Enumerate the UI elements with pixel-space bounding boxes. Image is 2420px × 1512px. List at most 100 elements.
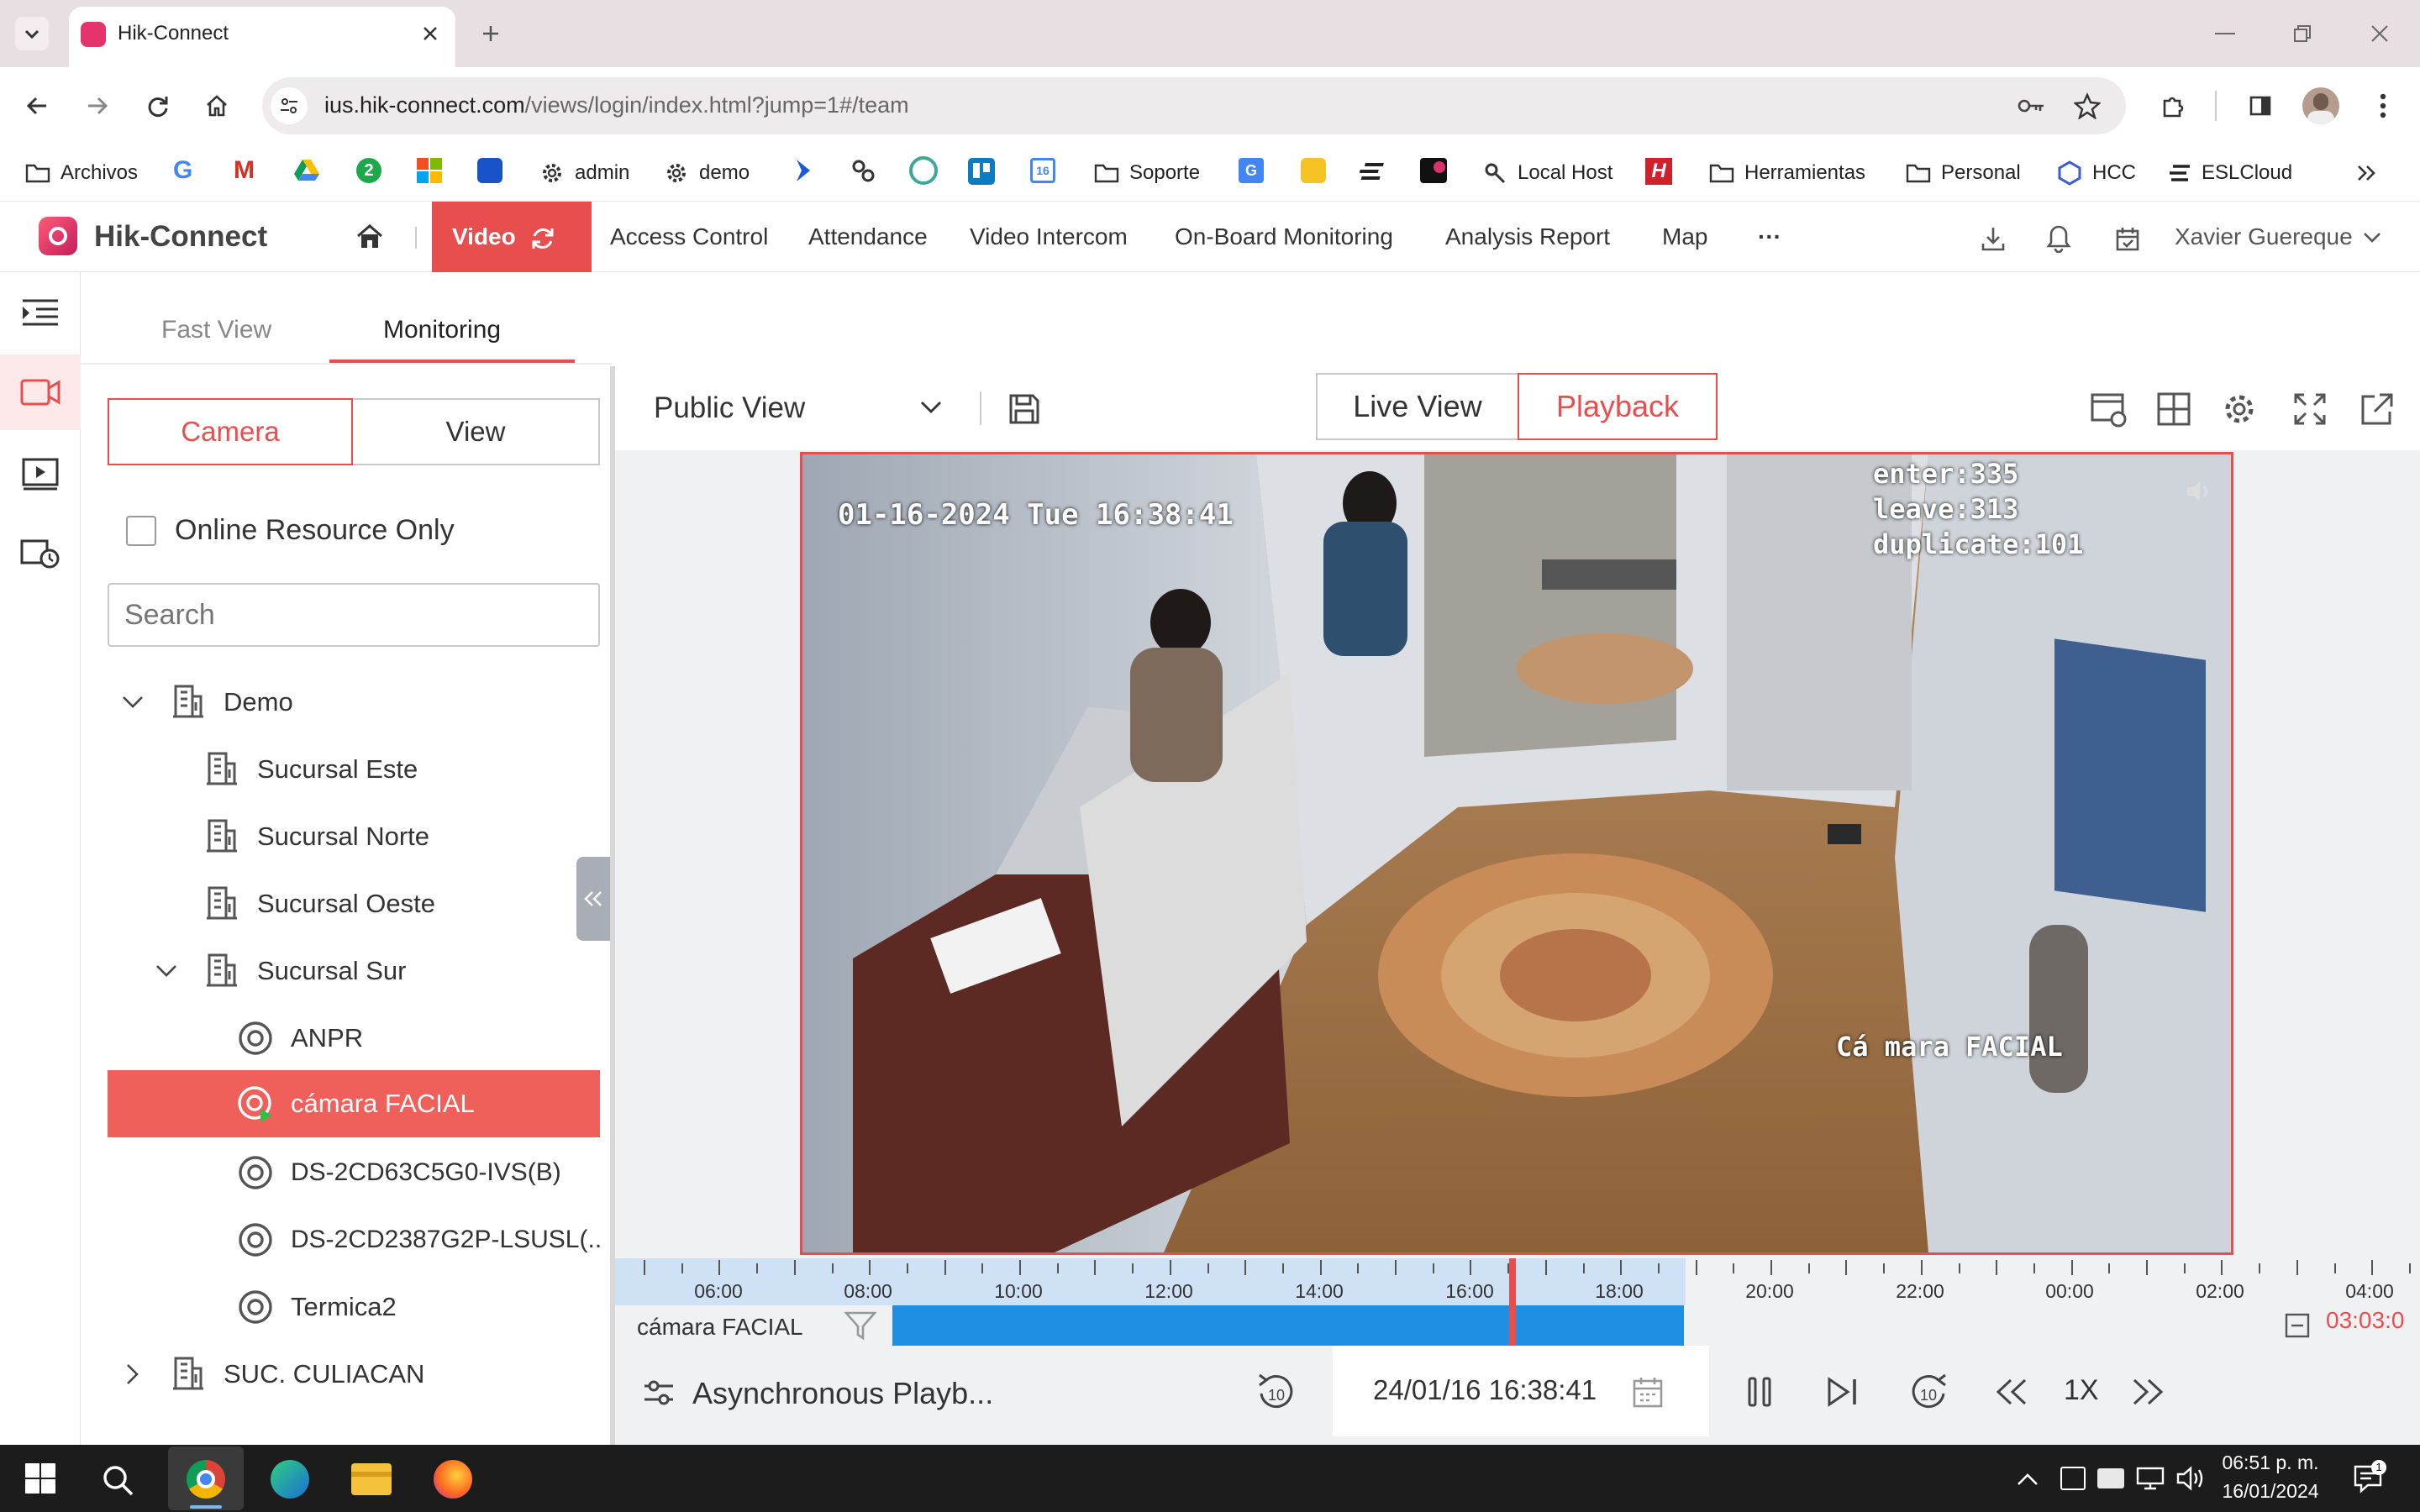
dropdown-chevron-icon[interactable] [914,395,948,420]
tray-drive-icon[interactable] [2097,1468,2124,1488]
new-tab-plus-icon[interactable] [474,17,508,50]
window-mode-icon[interactable] [2087,388,2129,430]
reload-icon[interactable] [139,87,176,124]
system-clock[interactable]: 06:51 p. m. 16/01/2024 [2218,1448,2323,1505]
switch-refresh-icon[interactable] [528,223,558,254]
url-text[interactable]: ius.hik-connect.com/views/login/index.ht… [324,92,909,118]
playback-icon[interactable] [17,454,64,494]
microsoft-icon[interactable] [417,158,442,183]
file-explorer-icon[interactable] [351,1463,392,1495]
profile-avatar[interactable] [2302,87,2339,124]
video-app-icon[interactable] [1420,158,1447,183]
nav-on-board-monitoring[interactable]: On-Board Monitoring [1175,202,1393,272]
bookmark-herramientas[interactable]: Herramientas [1707,144,1865,202]
edge-icon[interactable] [271,1460,309,1499]
expand-chevron-down-icon[interactable] [151,956,182,986]
extensions-puzzle-icon[interactable] [2154,87,2191,124]
nav-map[interactable]: Map [1662,202,1707,272]
minimize-icon[interactable] [2205,18,2245,49]
google-icon[interactable]: G [173,156,192,185]
keep-notes-icon[interactable] [1301,158,1326,183]
calendar-16-icon[interactable]: 16 [1030,158,1055,183]
open-external-icon[interactable] [2356,388,2398,430]
tree-node-sucursal-sur[interactable]: Sucursal Sur [257,937,406,1005]
gmail-icon[interactable]: M [234,156,255,185]
user-menu-chevron-icon[interactable] [2360,227,2385,249]
pause-icon[interactable] [1739,1369,1780,1415]
collapse-panel-handle[interactable] [576,857,610,941]
close-tab-icon[interactable] [415,18,445,49]
nav-analysis-report[interactable]: Analysis Report [1445,202,1610,272]
network-icon[interactable] [2136,1467,2165,1490]
window-close-icon[interactable] [2360,18,2400,49]
home-icon[interactable] [198,87,235,124]
download-icon[interactable] [1975,220,2012,257]
menu-collapse-icon[interactable] [17,292,64,333]
notification-center-icon[interactable]: 1 [2353,1460,2386,1494]
bookmark-hcc[interactable]: HCC [2055,144,2136,202]
filter-funnel-icon[interactable] [840,1307,881,1344]
volume-icon[interactable] [2176,1465,2207,1492]
notification-bell-icon[interactable] [2040,220,2077,257]
bookmark-local-host[interactable]: Local Host [1481,144,1612,202]
camera-toggle-button[interactable]: Camera [108,398,353,465]
chrome-menu-kebab-icon[interactable] [2366,87,2400,124]
tree-node-sucursal-oeste[interactable]: Sucursal Oeste [257,870,435,937]
audio-speaker-icon[interactable] [2181,476,2217,507]
playback-tab[interactable]: Playback [1518,373,1718,440]
windows-start-icon[interactable] [25,1463,55,1494]
expand-chevron-right-icon[interactable] [118,1359,148,1389]
tab-fast-view[interactable]: Fast View [161,316,271,344]
firefox-icon[interactable] [434,1460,472,1499]
nav-access-control[interactable]: Access Control [610,202,768,272]
tree-node-demo[interactable]: Demo [224,669,293,736]
tree-node-suc-culiacan[interactable]: SUC. CULIACAN [224,1341,424,1408]
live-view-tab[interactable]: Live View [1316,373,1519,440]
password-key-icon[interactable] [2013,89,2050,123]
forward-10-icon[interactable]: 10 [1904,1368,1953,1416]
bookmark-admin[interactable]: admin [538,144,629,202]
tree-node-sucursal-norte[interactable]: Sucursal Norte [257,803,429,870]
schedule-camera-icon[interactable] [17,533,64,573]
bookmark-eslcloud[interactable]: ESLCloud [2165,144,2292,202]
tray-chevron-up-icon[interactable] [2013,1465,2042,1494]
fullscreen-icon[interactable] [2289,388,2331,430]
forward-arrow-icon[interactable] [79,87,116,124]
nav-more[interactable]: ··· [1758,202,1781,272]
openai-icon[interactable] [909,156,938,185]
stripes-app-icon[interactable] [1360,160,1388,183]
grid-layout-icon[interactable] [2153,388,2195,430]
google-drive-icon[interactable] [294,158,319,181]
bookmark-demo[interactable]: demo [662,144,750,202]
nav-video-intercom[interactable]: Video Intercom [970,202,1128,272]
back-arrow-icon[interactable] [18,87,55,124]
bookmark-personal[interactable]: Personal [1904,144,2021,202]
home-icon[interactable] [351,218,388,255]
view-toggle-button[interactable]: View [353,398,600,465]
tray-app-icon[interactable] [2060,1467,2086,1490]
rewind-10-icon[interactable]: 10 [1252,1368,1301,1416]
user-name[interactable]: Xavier Guereque [2175,202,2353,272]
bookmark-star-icon[interactable] [2069,87,2106,124]
trello-icon[interactable] [968,158,995,185]
public-view-select[interactable]: Public View [654,391,805,425]
slow-down-icon[interactable] [1990,1371,2033,1413]
playhead-cursor[interactable] [1509,1258,1516,1346]
save-disk-icon[interactable] [1005,390,1044,428]
more-bookmarks-chevron-icon[interactable] [2349,156,2383,190]
playback-speed[interactable]: 1X [2064,1374,2099,1407]
online-only-checkbox[interactable] [126,516,156,546]
calendar-icon[interactable] [1627,1371,1669,1413]
tree-node-sucursal-este[interactable]: Sucursal Este [257,736,418,803]
nav-attendance[interactable]: Attendance [808,202,928,272]
tree-camera-ds-2cd2387g2p[interactable]: DS-2CD2387G2P-LSUSL(.. [291,1206,602,1273]
settings-gear-icon[interactable] [2218,388,2260,430]
tab-search-button[interactable] [15,17,49,50]
tree-camera-anpr[interactable]: ANPR [291,1005,363,1072]
arrow-app-icon[interactable] [792,158,817,183]
site-info-icon[interactable] [271,87,308,124]
speed-up-icon[interactable] [2126,1371,2170,1413]
side-panel-icon[interactable] [2242,87,2279,124]
tools-app-icon[interactable] [849,156,877,185]
h-app-icon[interactable]: H [1645,158,1672,185]
